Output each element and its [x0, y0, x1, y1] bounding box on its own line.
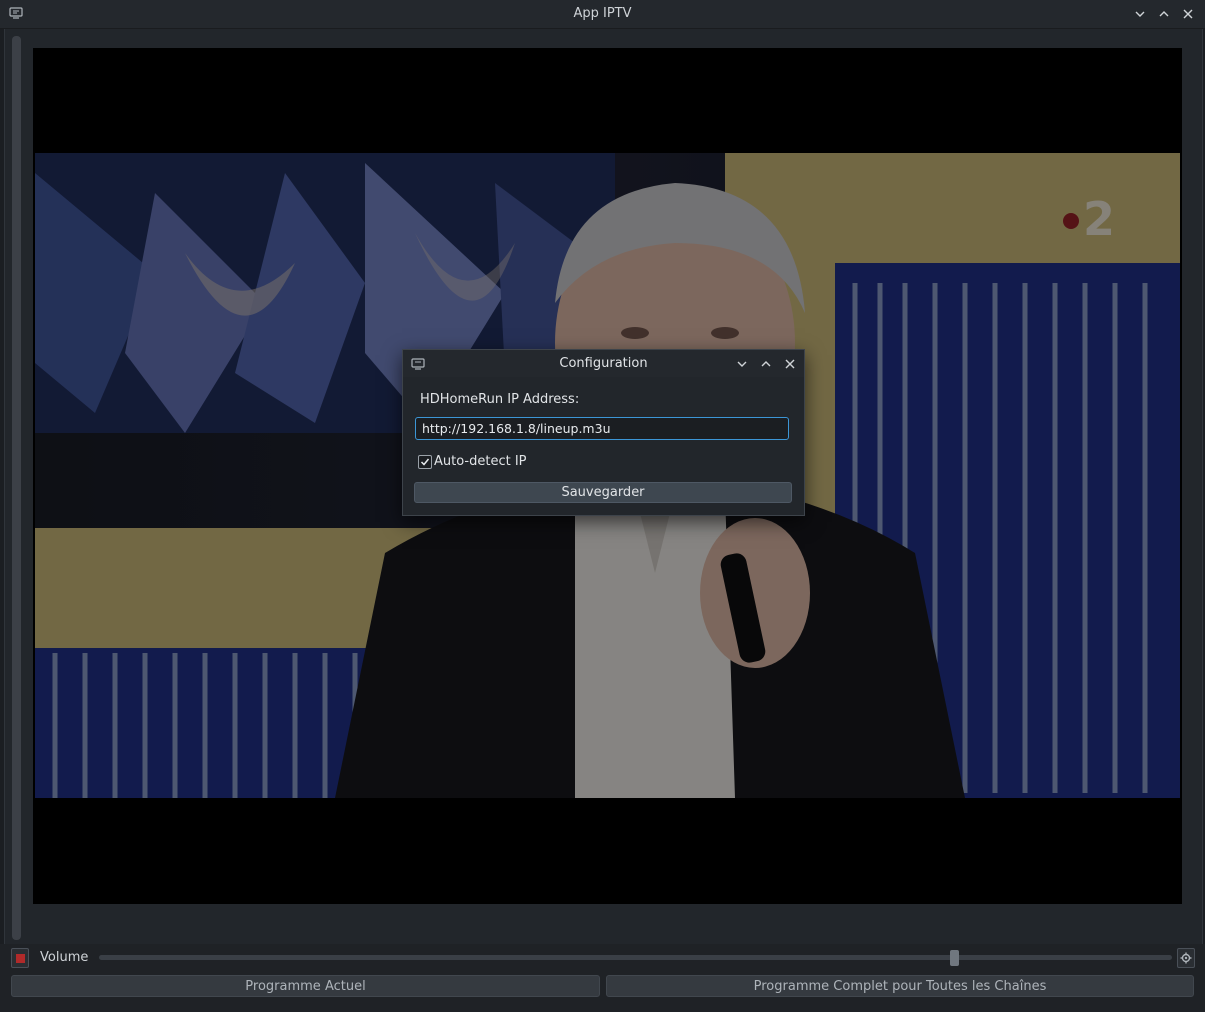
ip-address-label: HDHomeRun IP Address:	[420, 392, 580, 407]
minimize-button[interactable]	[1131, 5, 1149, 23]
save-button[interactable]: Sauvegarder	[414, 482, 792, 503]
settings-button[interactable]	[1177, 948, 1195, 968]
volume-slider[interactable]	[99, 955, 1172, 960]
close-button[interactable]	[1179, 5, 1197, 23]
dialog-minimize-button[interactable]	[733, 355, 751, 373]
dialog-close-button[interactable]	[781, 355, 799, 373]
vertical-scrollbar[interactable]	[12, 36, 21, 940]
maximize-button[interactable]	[1155, 5, 1173, 23]
window-title: App IPTV	[573, 6, 632, 21]
volume-slider-handle[interactable]	[950, 950, 959, 966]
chevron-up-icon	[1159, 11, 1169, 17]
window-titlebar: App IPTV	[0, 0, 1205, 29]
gear-icon	[1180, 952, 1192, 964]
volume-label: Volume	[40, 950, 89, 965]
configuration-dialog: Configuration HDHomeRun IP Address: Auto…	[402, 349, 805, 516]
stop-icon	[16, 954, 25, 963]
dialog-maximize-button[interactable]	[757, 355, 775, 373]
ip-address-input[interactable]	[415, 417, 789, 440]
full-program-button[interactable]: Programme Complet pour Toutes les Chaîne…	[606, 975, 1194, 997]
chevron-up-icon	[761, 361, 771, 367]
stop-button[interactable]	[11, 948, 29, 968]
autodetect-label[interactable]: Auto-detect IP	[434, 454, 527, 469]
chevron-down-icon	[1135, 11, 1145, 17]
checkmark-icon	[420, 458, 430, 466]
dialog-titlebar: Configuration	[403, 350, 804, 377]
close-icon	[785, 359, 795, 369]
current-program-button[interactable]: Programme Actuel	[11, 975, 600, 997]
chevron-down-icon	[737, 361, 747, 367]
close-icon	[1183, 9, 1193, 19]
autodetect-checkbox[interactable]	[418, 455, 432, 469]
